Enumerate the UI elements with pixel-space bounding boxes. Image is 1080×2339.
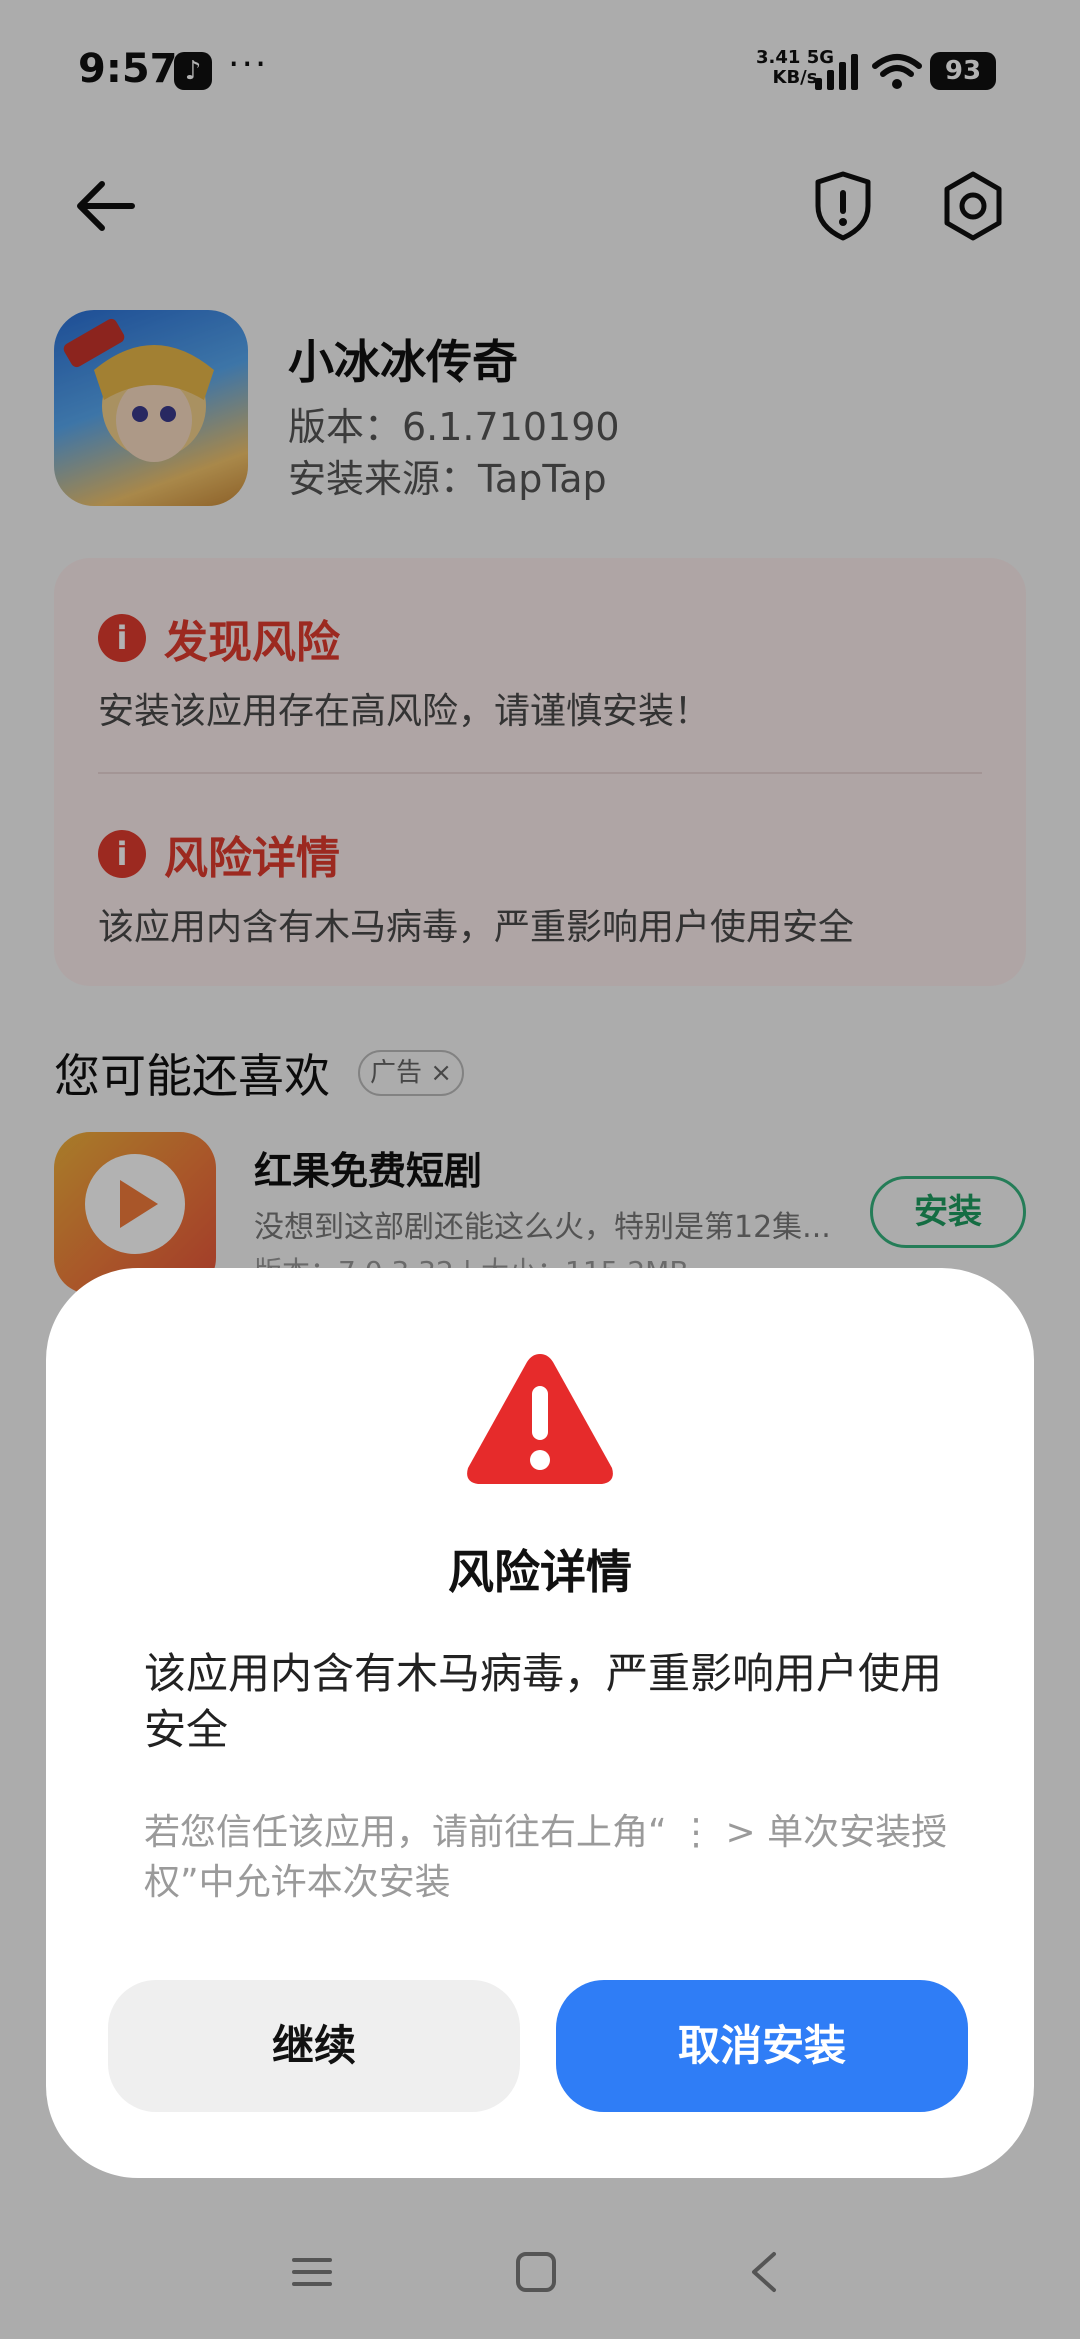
cancel-install-button[interactable]: 取消安装	[556, 1980, 968, 2112]
nav-back-icon[interactable]	[742, 2248, 786, 2296]
risk-dialog: 风险详情 该应用内含有木马病毒，严重影响用户使用安全 若您信任该应用，请前往右上…	[46, 1268, 1034, 2178]
recent-apps-icon[interactable]	[290, 2250, 334, 2294]
screen: 9:57 ♪ ··· 3.41 5G KB/s 93 小冰冰传奇 版本：6.1.…	[0, 0, 1080, 2339]
continue-button[interactable]: 继续	[108, 1980, 520, 2112]
dialog-message: 该应用内含有木马病毒，严重影响用户使用安全	[144, 1649, 943, 1754]
home-icon[interactable]	[514, 2250, 558, 2294]
system-nav-bar	[0, 2220, 1080, 2339]
dialog-hint: 若您信任该应用，请前往右上角“ ⋮ > 单次安装授权”中允许本次安装	[144, 1812, 948, 1903]
warning-triangle-icon	[467, 1354, 613, 1484]
dialog-title: 风险详情	[448, 1545, 632, 1599]
